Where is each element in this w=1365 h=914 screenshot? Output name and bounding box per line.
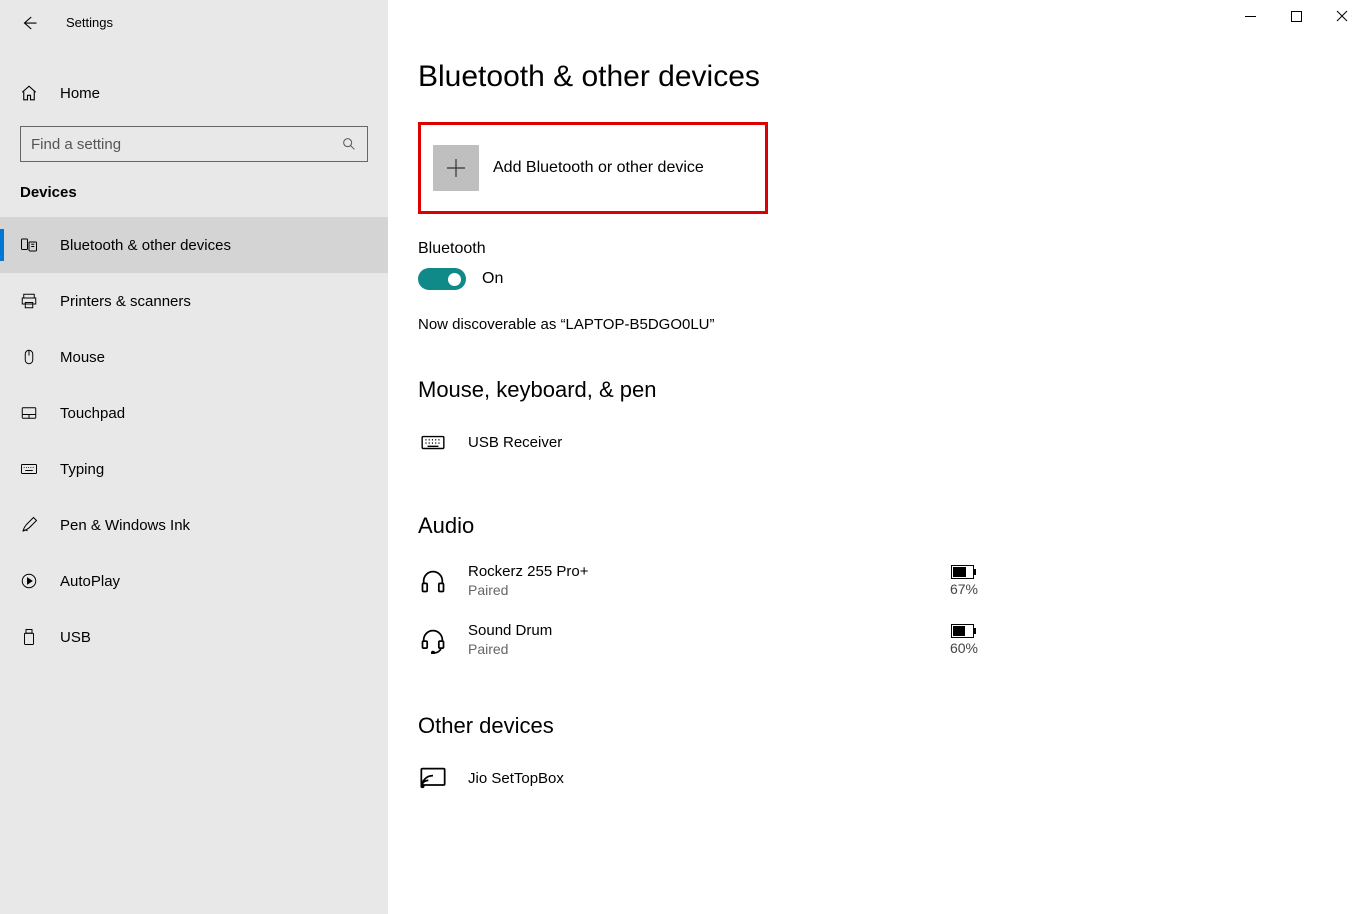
bluetooth-label: Bluetooth [418,240,1335,258]
sidebar-item-label: Mouse [60,349,105,366]
keyboard-icon [20,460,38,478]
device-row[interactable]: Rockerz 255 Pro+ Paired 67% [418,551,978,610]
device-status: Paired [468,582,930,598]
close-button[interactable] [1319,0,1365,32]
home-link[interactable]: Home [0,70,388,116]
sidebar-item-pen-ink[interactable]: Pen & Windows Ink [0,497,388,553]
device-battery: 60% [950,624,978,656]
printer-icon [20,292,38,310]
section-audio-title: Audio [418,513,1335,539]
device-row[interactable]: Sound Drum Paired 60% [418,610,978,669]
sidebar: Settings Home Devices Bl [0,0,388,914]
sidebar-item-label: Touchpad [60,405,125,422]
headset-icon [418,625,448,655]
sidebar-item-label: Bluetooth & other devices [60,237,231,254]
sidebar-item-label: USB [60,629,91,646]
sidebar-item-label: AutoPlay [60,573,120,590]
titlebar-left: Settings [0,0,388,45]
search-icon [341,136,357,152]
autoplay-icon [20,572,38,590]
sidebar-item-touchpad[interactable]: Touchpad [0,385,388,441]
search-input[interactable] [31,136,341,153]
home-label: Home [60,85,100,102]
device-name: Sound Drum [468,622,930,639]
minimize-button[interactable] [1227,0,1273,32]
page-title: Bluetooth & other devices [418,60,1335,94]
main-content: Bluetooth & other devices Add Bluetooth … [388,0,1365,914]
device-status: Paired [468,641,930,657]
mouse-icon [20,348,38,366]
bluetooth-toggle-state: On [482,270,503,288]
back-button[interactable] [20,14,38,32]
sidebar-item-label: Typing [60,461,104,478]
maximize-button[interactable] [1273,0,1319,32]
device-row[interactable]: USB Receiver [418,415,978,469]
sidebar-item-mouse[interactable]: Mouse [0,329,388,385]
sidebar-item-label: Printers & scanners [60,293,191,310]
device-row[interactable]: Jio SetTopBox [418,751,978,805]
device-name: Jio SetTopBox [468,770,978,787]
sidebar-item-typing[interactable]: Typing [0,441,388,497]
keyboard-icon [418,427,448,457]
discoverable-text: Now discoverable as “LAPTOP-B5DGO0LU” [418,316,1335,333]
headphones-icon [418,566,448,596]
plus-icon [433,145,479,191]
section-other-title: Other devices [418,713,1335,739]
touchpad-icon [20,404,38,422]
device-name: USB Receiver [468,434,978,451]
add-device-button[interactable]: Add Bluetooth or other device [418,122,768,214]
bluetooth-toggle[interactable] [418,268,466,290]
app-title: Settings [66,15,113,30]
bluetooth-devices-icon [20,236,38,254]
device-name: Rockerz 255 Pro+ [468,563,930,580]
usb-icon [20,628,38,646]
home-icon [20,84,38,102]
device-battery: 67% [950,565,978,597]
sidebar-item-printers[interactable]: Printers & scanners [0,273,388,329]
cast-icon [418,763,448,793]
section-mouse-title: Mouse, keyboard, & pen [418,377,1335,403]
sidebar-item-autoplay[interactable]: AutoPlay [0,553,388,609]
window-controls [1227,0,1365,32]
add-device-label: Add Bluetooth or other device [493,159,704,177]
sidebar-item-bluetooth[interactable]: Bluetooth & other devices [0,217,388,273]
sidebar-item-usb[interactable]: USB [0,609,388,665]
sidebar-item-label: Pen & Windows Ink [60,517,190,534]
pen-icon [20,516,38,534]
search-input-wrap[interactable] [20,126,368,162]
sidebar-section-header: Devices [0,162,388,217]
